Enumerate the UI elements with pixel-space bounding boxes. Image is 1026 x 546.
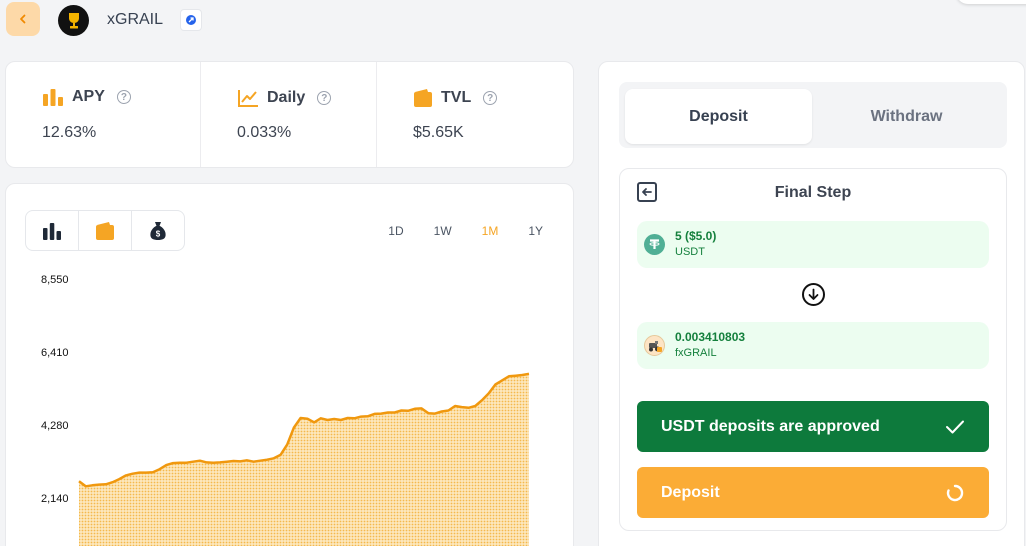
chart-area-fill xyxy=(79,373,529,546)
stat-tvl: TVL ? $5.65K xyxy=(376,62,573,167)
stat-daily: Daily ? 0.033% xyxy=(200,62,376,167)
chevron-left-icon xyxy=(20,14,26,24)
tab-withdraw[interactable]: Withdraw xyxy=(813,89,1000,144)
view-tvl-button[interactable] xyxy=(78,211,131,250)
back-button[interactable] xyxy=(6,2,40,36)
y-tick-label: 8,550 xyxy=(41,274,69,286)
trophy-icon xyxy=(58,5,89,36)
stat-value: 0.033% xyxy=(237,124,292,141)
chart-view-toggle: $ xyxy=(25,210,185,251)
y-tick-label: 4,280 xyxy=(41,420,69,432)
stats-card: APY ? 12.63% Daily ? 0.033% TVL ? $5.65K xyxy=(5,61,574,168)
tab-deposit[interactable]: Deposit xyxy=(625,89,812,144)
from-token-row: 5 ($5.0) USDT xyxy=(637,221,989,268)
approval-label: USDT deposits are approved xyxy=(661,417,880,435)
bar-chart-icon xyxy=(43,222,61,240)
range-1d[interactable]: 1D xyxy=(388,224,403,238)
to-token: fxGRAIL xyxy=(675,347,717,359)
stat-apy: APY ? 12.63% xyxy=(6,62,200,167)
step-title: Final Step xyxy=(774,184,852,201)
view-bar-chart-button[interactable] xyxy=(26,211,78,250)
wallet-icon xyxy=(96,221,114,240)
y-tick-label: 2,140 xyxy=(41,493,69,505)
to-amount: 0.003410803 xyxy=(675,330,746,344)
range-selector: 1D 1W 1M 1Y xyxy=(388,224,543,238)
range-1w[interactable]: 1W xyxy=(434,224,452,238)
external-link-icon[interactable] xyxy=(180,9,202,31)
tether-icon xyxy=(644,234,665,255)
fxgrail-token-icon xyxy=(644,335,665,356)
svg-text:$: $ xyxy=(156,229,161,238)
deposit-panel: Deposit Withdraw Final Step 5 ($5.0) USD… xyxy=(598,61,1025,546)
y-tick-label: 6,410 xyxy=(41,347,69,359)
stat-value: 12.63% xyxy=(42,124,97,141)
tvl-area-chart: 8,550 6,410 4,280 2,140 xyxy=(41,274,530,546)
deposit-button[interactable]: Deposit xyxy=(637,467,989,518)
view-money-button[interactable]: $ xyxy=(131,211,184,250)
stat-label: APY xyxy=(72,88,105,105)
range-1y[interactable]: 1Y xyxy=(528,224,543,238)
help-icon[interactable]: ? xyxy=(116,90,131,104)
chart-card: $ 1D 1W 1M 1Y 8,550 6,410 4,280 2,140 xyxy=(5,183,574,546)
wallet-icon xyxy=(414,89,432,107)
trend-up-icon xyxy=(238,90,258,107)
stat-label: TVL xyxy=(441,89,472,106)
final-step-box: Final Step 5 ($5.0) USDT 0.003410803 fxG… xyxy=(619,168,1007,531)
popover-fragment xyxy=(956,0,1026,4)
arrow-down-icon xyxy=(802,283,825,306)
from-amount: 5 ($5.0) xyxy=(675,229,717,243)
from-token: USDT xyxy=(675,246,705,258)
range-1m[interactable]: 1M xyxy=(482,224,499,238)
money-bag-icon: $ xyxy=(150,221,166,240)
loading-spinner-icon xyxy=(946,484,964,501)
check-icon xyxy=(946,420,964,433)
help-icon[interactable]: ? xyxy=(483,91,498,105)
stat-value: $5.65K xyxy=(413,124,464,141)
page-title: xGRAIL xyxy=(107,11,164,28)
stat-label: Daily xyxy=(267,89,306,106)
approval-status: USDT deposits are approved xyxy=(637,401,989,452)
help-icon[interactable]: ? xyxy=(317,91,332,105)
to-token-row: 0.003410803 fxGRAIL xyxy=(637,322,989,369)
deposit-withdraw-tabs: Deposit Withdraw xyxy=(619,82,1007,148)
bar-chart-icon xyxy=(43,89,63,106)
top-bar: xGRAIL xyxy=(0,0,1026,40)
deposit-button-label: Deposit xyxy=(661,483,720,501)
